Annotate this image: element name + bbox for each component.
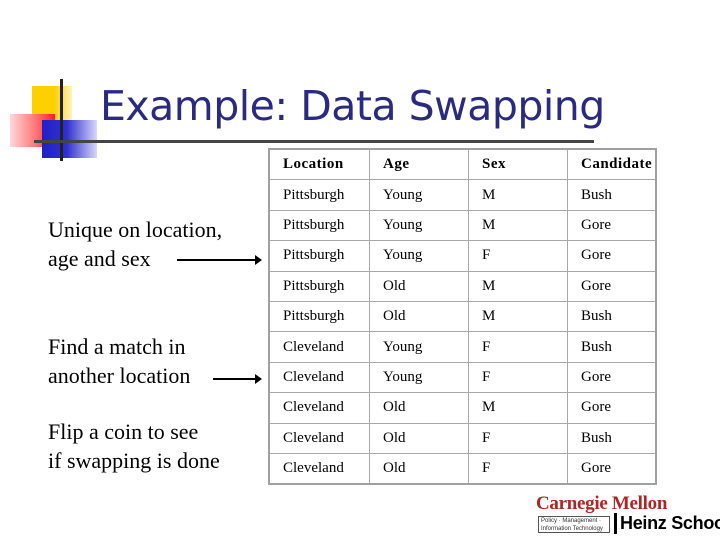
annotation-line: another location xyxy=(48,363,191,388)
annotation-find-match: Find a match in another location xyxy=(48,332,190,390)
cell-sex: M xyxy=(468,392,568,424)
table-row: Cleveland Old M Gore xyxy=(268,392,657,424)
cell-sex: F xyxy=(468,452,568,485)
cell-age: Young xyxy=(369,240,469,272)
slide-title: Example: Data Swapping xyxy=(100,82,605,130)
cell-age: Young xyxy=(369,179,469,211)
cell-sex: M xyxy=(468,270,568,302)
annotation-line: Find a match in xyxy=(48,334,186,359)
annotation-flip-coin: Flip a coin to see if swapping is done xyxy=(48,417,220,475)
cell-candidate: Bush xyxy=(567,179,657,211)
table-row: Pittsburgh Young F Gore xyxy=(268,240,657,272)
table-row: Pittsburgh Old M Bush xyxy=(268,300,657,333)
cell-age: Old xyxy=(369,270,469,302)
logo-school-name: Heinz School xyxy=(614,513,720,534)
annotation-unique: Unique on location, age and sex xyxy=(48,215,222,273)
title-underline xyxy=(34,140,594,143)
arrow-right-icon xyxy=(177,255,262,265)
annotation-line: Unique on location, xyxy=(48,217,223,242)
cell-location: Cleveland xyxy=(268,422,370,454)
cell-sex: M xyxy=(468,300,568,333)
table-row: Pittsburgh Old M Gore xyxy=(268,270,657,302)
cell-sex: F xyxy=(468,331,568,363)
table-row: Cleveland Old F Bush xyxy=(268,422,657,454)
table-row: Pittsburgh Young M Bush xyxy=(268,179,657,211)
cell-age: Old xyxy=(369,392,469,424)
cell-sex: F xyxy=(468,361,568,394)
cell-candidate: Gore xyxy=(567,209,657,242)
decor-blue-square xyxy=(42,120,97,158)
cell-age: Young xyxy=(369,361,469,394)
cell-location: Pittsburgh xyxy=(268,179,370,211)
cell-sex: M xyxy=(468,209,568,242)
table-row: Cleveland Young F Gore xyxy=(268,361,657,394)
cell-candidate: Gore xyxy=(567,361,657,394)
column-header-age: Age xyxy=(369,148,469,181)
cell-candidate: Bush xyxy=(567,422,657,454)
cell-location: Cleveland xyxy=(268,392,370,424)
cmu-heinz-logo: Carnegie Mellon Policy · Management · In… xyxy=(536,493,720,537)
cell-age: Old xyxy=(369,300,469,333)
annotation-line: if swapping is done xyxy=(48,448,220,473)
column-header-candidate: Candidate xyxy=(567,148,657,181)
cell-location: Pittsburgh xyxy=(268,240,370,272)
cell-sex: F xyxy=(468,240,568,272)
cell-location: Pittsburgh xyxy=(268,300,370,333)
table-row: Cleveland Old F Gore xyxy=(268,452,657,485)
cell-sex: M xyxy=(468,179,568,211)
cell-age: Young xyxy=(369,331,469,363)
decor-vertical-line xyxy=(60,79,63,161)
logo-tagline: Policy · Management · Information Techno… xyxy=(538,516,610,533)
cell-location: Cleveland xyxy=(268,361,370,394)
table-row: Pittsburgh Young M Gore xyxy=(268,209,657,242)
table-header-row: Location Age Sex Candidate xyxy=(268,148,657,181)
cell-location: Cleveland xyxy=(268,452,370,485)
column-header-sex: Sex xyxy=(468,148,568,181)
annotation-line: Flip a coin to see xyxy=(48,419,199,444)
cell-age: Old xyxy=(369,422,469,454)
cell-candidate: Gore xyxy=(567,270,657,302)
logo-university-name: Carnegie Mellon xyxy=(536,493,668,514)
cell-candidate: Gore xyxy=(567,240,657,272)
cell-sex: F xyxy=(468,422,568,454)
arrow-right-icon xyxy=(213,374,262,384)
cell-candidate: Bush xyxy=(567,300,657,333)
data-table: Location Age Sex Candidate Pittsburgh You… xyxy=(268,148,657,486)
cell-location: Cleveland xyxy=(268,331,370,363)
cell-location: Pittsburgh xyxy=(268,209,370,242)
cell-age: Old xyxy=(369,452,469,485)
cell-candidate: Bush xyxy=(567,331,657,363)
column-header-location: Location xyxy=(268,148,370,181)
cell-candidate: Gore xyxy=(567,452,657,485)
table-row: Cleveland Young F Bush xyxy=(268,331,657,363)
cell-age: Young xyxy=(369,209,469,242)
cell-location: Pittsburgh xyxy=(268,270,370,302)
logo-tagline-line: Policy · Management · xyxy=(541,518,602,524)
cell-candidate: Gore xyxy=(567,392,657,424)
logo-tagline-line: Information Technology xyxy=(541,525,603,532)
